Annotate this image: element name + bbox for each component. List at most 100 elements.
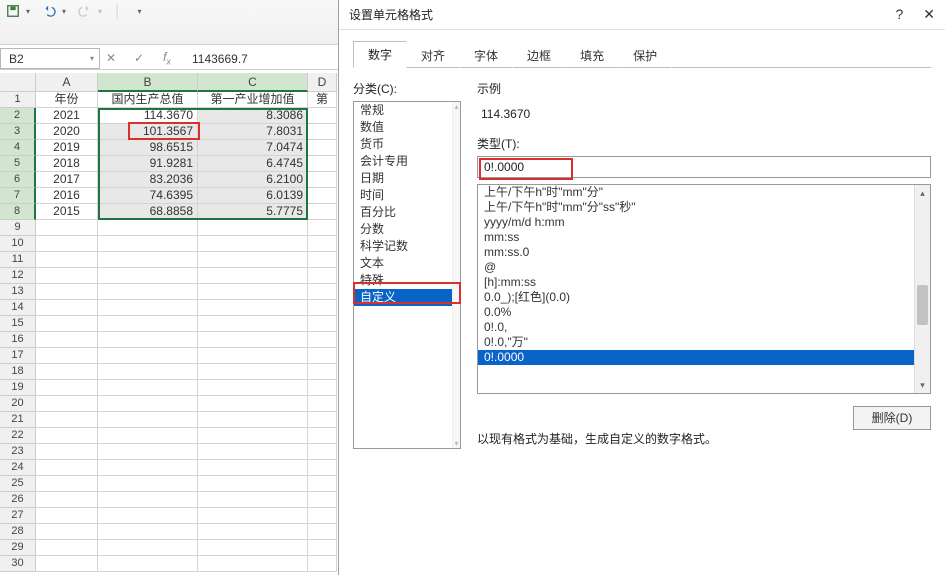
data-cell[interactable]: 6.2100: [198, 172, 308, 188]
row-header[interactable]: 27: [0, 508, 36, 524]
row-header[interactable]: 3: [0, 124, 36, 140]
category-item[interactable]: 文本: [354, 255, 460, 272]
row-header[interactable]: 20: [0, 396, 36, 412]
row-header[interactable]: 6: [0, 172, 36, 188]
row-header[interactable]: 17: [0, 348, 36, 364]
empty-cell[interactable]: [98, 268, 198, 284]
col-header-a[interactable]: A: [36, 73, 98, 92]
format-item[interactable]: 0!.0,"万": [478, 335, 914, 350]
format-item[interactable]: 0.0_);[红色](0.0): [478, 290, 914, 305]
empty-cell[interactable]: [198, 364, 308, 380]
empty-cell[interactable]: [198, 524, 308, 540]
format-item[interactable]: 0!.0,: [478, 320, 914, 335]
empty-cell[interactable]: [308, 476, 337, 492]
empty-cell[interactable]: [98, 284, 198, 300]
cells-area[interactable]: 年份国内生产总值第一产业增加值第2021114.36708.3086202010…: [36, 92, 337, 572]
empty-cell[interactable]: [308, 284, 337, 300]
empty-cell[interactable]: [36, 556, 98, 572]
empty-cell[interactable]: [36, 220, 98, 236]
data-cell[interactable]: 2015: [36, 204, 98, 220]
category-item[interactable]: 百分比: [354, 204, 460, 221]
name-box[interactable]: B2 ▾: [0, 48, 100, 69]
empty-cell[interactable]: [198, 444, 308, 460]
tab-2[interactable]: 字体: [459, 41, 513, 68]
format-item[interactable]: 0.0%: [478, 305, 914, 320]
col-header-c[interactable]: C: [198, 73, 308, 92]
empty-cell[interactable]: [308, 428, 337, 444]
empty-cell[interactable]: [36, 380, 98, 396]
empty-cell[interactable]: [98, 348, 198, 364]
row-header[interactable]: 1: [0, 92, 36, 108]
empty-cell[interactable]: [36, 252, 98, 268]
empty-cell[interactable]: [98, 236, 198, 252]
empty-cell[interactable]: [98, 332, 198, 348]
dialog-titlebar[interactable]: 设置单元格格式 ? ✕: [339, 0, 945, 30]
row-header[interactable]: 18: [0, 364, 36, 380]
select-all-corner[interactable]: [0, 73, 36, 92]
data-cell[interactable]: [308, 140, 337, 156]
empty-cell[interactable]: [98, 220, 198, 236]
empty-cell[interactable]: [98, 316, 198, 332]
row-header[interactable]: 28: [0, 524, 36, 540]
ribbon-overflow-icon[interactable]: ▾: [138, 7, 142, 16]
empty-cell[interactable]: [98, 380, 198, 396]
row-header[interactable]: 24: [0, 460, 36, 476]
empty-cell[interactable]: [308, 348, 337, 364]
header-cell[interactable]: 国内生产总值: [98, 92, 198, 108]
data-cell[interactable]: 98.6515: [98, 140, 198, 156]
empty-cell[interactable]: [308, 396, 337, 412]
redo-drop-icon[interactable]: ▾: [98, 7, 102, 16]
tab-3[interactable]: 边框: [512, 41, 566, 68]
row-header[interactable]: 9: [0, 220, 36, 236]
header-cell[interactable]: 第: [308, 92, 337, 108]
empty-cell[interactable]: [36, 476, 98, 492]
empty-cell[interactable]: [98, 556, 198, 572]
empty-cell[interactable]: [308, 412, 337, 428]
format-item[interactable]: 上午/下午h"时"mm"分": [478, 185, 914, 200]
data-cell[interactable]: [308, 188, 337, 204]
category-item[interactable]: 数值: [354, 119, 460, 136]
row-header[interactable]: 12: [0, 268, 36, 284]
format-item[interactable]: yyyy/m/d h:mm: [478, 215, 914, 230]
category-item[interactable]: 货币: [354, 136, 460, 153]
empty-cell[interactable]: [98, 428, 198, 444]
undo-drop-icon[interactable]: ▾: [62, 7, 66, 16]
row-header[interactable]: 2: [0, 108, 36, 124]
format-item[interactable]: 0!.0000: [478, 350, 914, 365]
data-cell[interactable]: 2019: [36, 140, 98, 156]
data-cell[interactable]: 2021: [36, 108, 98, 124]
col-header-b[interactable]: B: [98, 73, 198, 92]
category-item[interactable]: 分数: [354, 221, 460, 238]
data-cell[interactable]: 74.6395: [98, 188, 198, 204]
data-cell[interactable]: 5.7775: [198, 204, 308, 220]
data-cell[interactable]: 2017: [36, 172, 98, 188]
empty-cell[interactable]: [308, 252, 337, 268]
format-item[interactable]: mm:ss.0: [478, 245, 914, 260]
row-headers[interactable]: 1234567891011121314151617181920212223242…: [0, 92, 36, 572]
data-cell[interactable]: [308, 124, 337, 140]
category-item[interactable]: 特殊: [354, 272, 460, 289]
undo-icon[interactable]: [42, 4, 56, 18]
empty-cell[interactable]: [308, 556, 337, 572]
empty-cell[interactable]: [308, 364, 337, 380]
row-header[interactable]: 14: [0, 300, 36, 316]
empty-cell[interactable]: [36, 348, 98, 364]
row-header[interactable]: 10: [0, 236, 36, 252]
data-cell[interactable]: 6.0139: [198, 188, 308, 204]
data-cell[interactable]: 7.0474: [198, 140, 308, 156]
empty-cell[interactable]: [198, 508, 308, 524]
empty-cell[interactable]: [198, 380, 308, 396]
enter-icon[interactable]: ✓: [132, 51, 146, 65]
scroll-down-icon[interactable]: ▾: [453, 439, 460, 448]
empty-cell[interactable]: [198, 220, 308, 236]
tab-0[interactable]: 数字: [353, 41, 407, 68]
empty-cell[interactable]: [198, 332, 308, 348]
row-header[interactable]: 23: [0, 444, 36, 460]
empty-cell[interactable]: [198, 316, 308, 332]
format-list[interactable]: 上午/下午h"时"mm"分"上午/下午h"时"mm"分"ss"秒"yyyy/m/…: [477, 184, 931, 394]
empty-cell[interactable]: [198, 556, 308, 572]
row-header[interactable]: 13: [0, 284, 36, 300]
empty-cell[interactable]: [198, 284, 308, 300]
formula-bar[interactable]: 1143669.7: [178, 52, 248, 66]
row-header[interactable]: 29: [0, 540, 36, 556]
